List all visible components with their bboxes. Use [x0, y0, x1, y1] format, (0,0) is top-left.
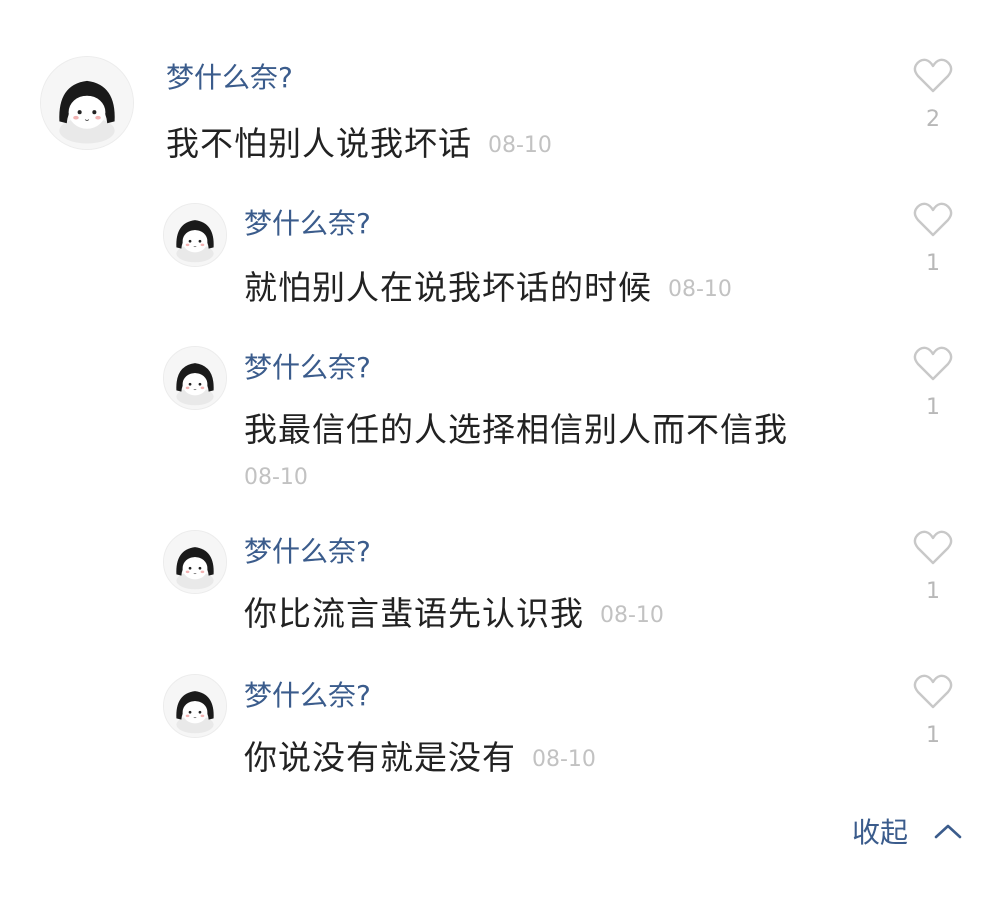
reply-date: 08-10	[532, 746, 596, 772]
comment-text-body: 我不怕别人说我坏话	[166, 124, 472, 163]
heart-outline-icon	[913, 674, 953, 709]
comment-username[interactable]: 梦什么奈?	[166, 60, 293, 96]
comment-text: 我不怕别人说我坏话 08-10	[166, 122, 552, 168]
avatar[interactable]	[163, 530, 227, 594]
reply-username[interactable]: 梦什么奈?	[244, 678, 371, 714]
reply-date: 08-10	[244, 465, 308, 490]
reply-text: 就怕别人在说我坏话的时候 08-10	[244, 266, 732, 312]
collapse-button[interactable]: 收起	[852, 814, 963, 852]
reply-username[interactable]: 梦什么奈?	[244, 350, 371, 386]
like-button[interactable]: 2	[910, 58, 956, 132]
avatar-image	[164, 204, 226, 266]
heart-outline-icon	[913, 58, 953, 93]
comment-date: 08-10	[488, 132, 552, 158]
like-count: 2	[926, 107, 940, 132]
heart-outline-icon	[913, 202, 953, 237]
reply-text-body: 你比流言蜚语先认识我	[244, 594, 584, 633]
avatar-image	[41, 57, 133, 149]
reply-date: 08-10	[668, 276, 732, 302]
chevron-up-icon	[934, 824, 962, 839]
like-button[interactable]: 1	[910, 674, 956, 748]
reply-username[interactable]: 梦什么奈?	[244, 534, 371, 570]
avatar-image	[164, 531, 226, 593]
avatar[interactable]	[163, 674, 227, 738]
like-count: 1	[926, 395, 940, 420]
like-button[interactable]: 1	[910, 346, 956, 420]
reply-text-body: 就怕别人在说我坏话的时候	[244, 268, 652, 307]
avatar[interactable]	[163, 346, 227, 410]
avatar[interactable]	[40, 56, 134, 150]
like-button[interactable]: 1	[910, 530, 956, 604]
collapse-label: 收起	[852, 816, 909, 849]
avatar[interactable]	[163, 203, 227, 267]
avatar-image	[164, 347, 226, 409]
avatar-image	[164, 675, 226, 737]
like-count: 1	[926, 723, 940, 748]
heart-outline-icon	[913, 346, 953, 381]
reply-date: 08-10	[600, 602, 664, 628]
like-count: 1	[926, 251, 940, 276]
heart-outline-icon	[913, 530, 953, 565]
reply-username[interactable]: 梦什么奈?	[244, 206, 371, 242]
reply-text: 我最信任的人选择相信别人而不信我	[244, 410, 788, 449]
reply-text-body: 你说没有就是没有	[244, 738, 516, 777]
like-button[interactable]: 1	[910, 202, 956, 276]
reply-text: 你说没有就是没有 08-10	[244, 736, 596, 782]
like-count: 1	[926, 579, 940, 604]
reply-text: 你比流言蜚语先认识我 08-10	[244, 592, 664, 638]
